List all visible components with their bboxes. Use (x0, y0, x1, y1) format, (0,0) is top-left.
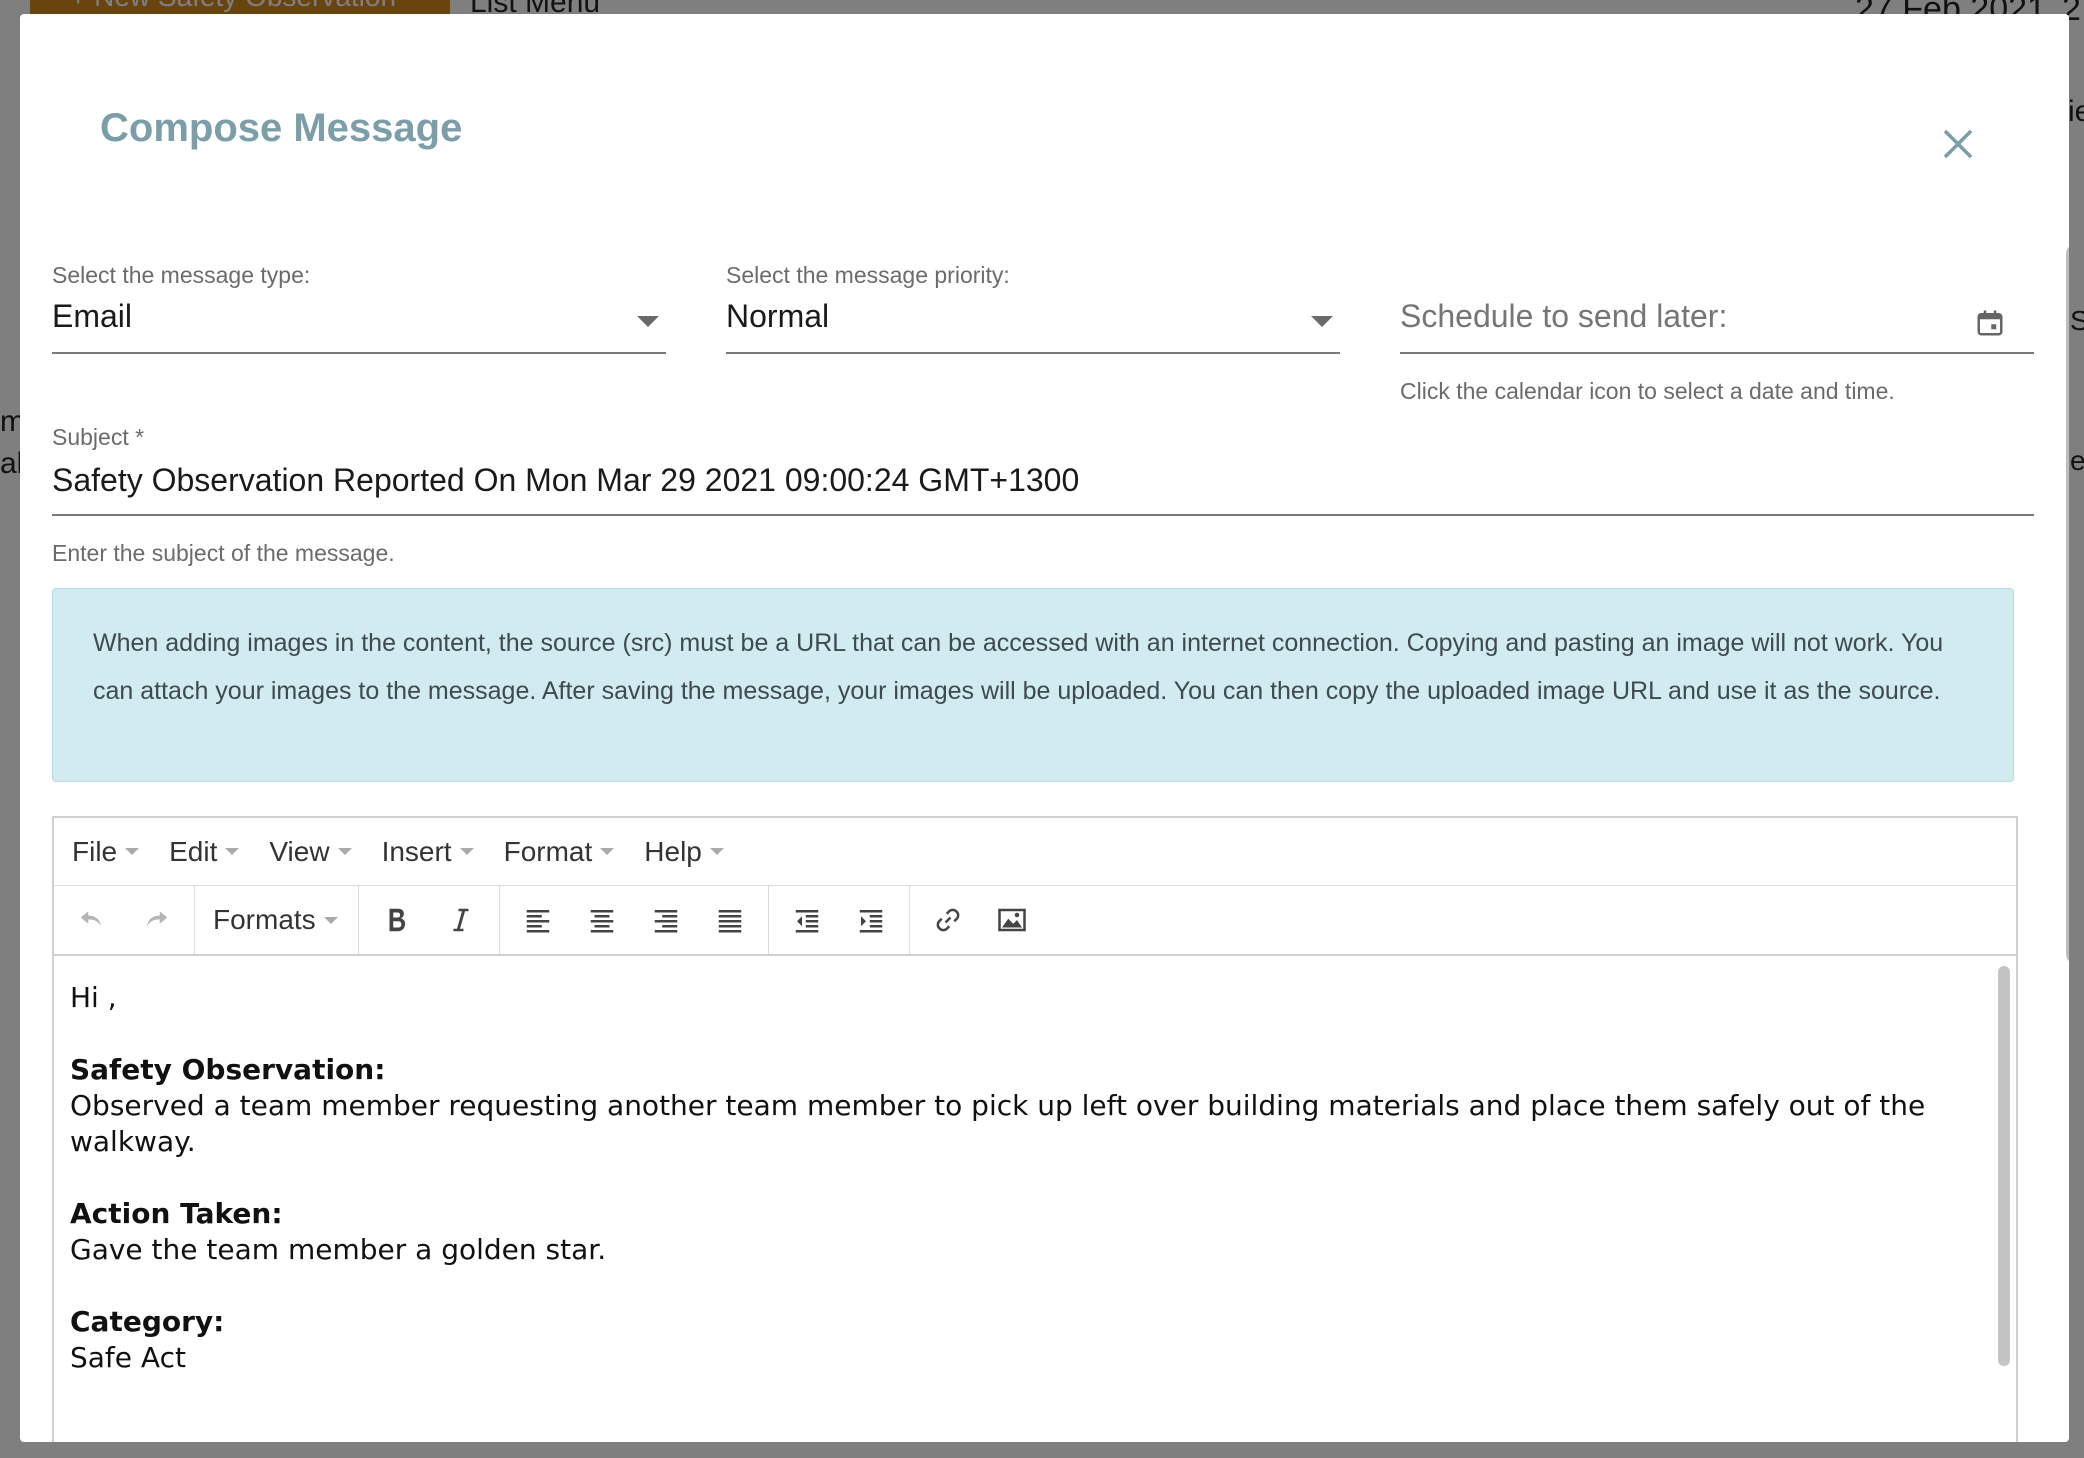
menu-view[interactable]: View (269, 835, 352, 868)
history-group (54, 886, 195, 954)
image-icon[interactable] (980, 887, 1044, 953)
compose-message-dialog: Compose Message Select the message type:… (20, 14, 2069, 1442)
action-heading: Action Taken: (70, 1197, 283, 1230)
redo-icon[interactable] (124, 887, 188, 953)
category-text: Safe Act (70, 1341, 186, 1374)
observation-heading: Safety Observation: (70, 1053, 386, 1086)
align-right-icon[interactable] (634, 887, 698, 953)
chevron-down-icon[interactable] (637, 316, 659, 327)
menu-file[interactable]: File (72, 835, 140, 868)
greeting-text: Hi , (70, 981, 117, 1014)
message-priority-underline (726, 352, 1340, 354)
outdent-icon[interactable] (775, 887, 839, 953)
align-justify-icon[interactable] (698, 887, 762, 953)
menu-help[interactable]: Help (644, 836, 724, 868)
category-heading: Category: (70, 1305, 225, 1338)
message-priority-value[interactable]: Normal (726, 298, 829, 335)
style-group (359, 886, 500, 954)
indent-icon[interactable] (839, 887, 903, 953)
info-alert: When adding images in the content, the s… (52, 588, 2014, 782)
calendar-icon[interactable] (1975, 308, 2005, 343)
editor-toolbar: Formats (54, 886, 2016, 956)
menu-label: File (72, 835, 118, 867)
indent-group (769, 886, 910, 954)
close-icon[interactable] (1928, 114, 1988, 174)
bold-icon[interactable] (365, 887, 429, 953)
schedule-input[interactable]: Schedule to send later: (1400, 298, 1727, 335)
editor-scrollbar[interactable] (1998, 966, 2010, 1366)
alignment-group (500, 886, 769, 954)
message-type-value[interactable]: Email (52, 298, 132, 335)
undo-icon[interactable] (60, 887, 124, 953)
chevron-down-icon[interactable] (1311, 316, 1333, 327)
editor-menubar: File Edit View Insert Format Help (54, 818, 2016, 886)
link-icon[interactable] (916, 887, 980, 953)
subject-label: Subject * (52, 424, 145, 450)
dialog-scrollbar[interactable] (2066, 244, 2069, 964)
subject-hint: Enter the subject of the message. (52, 540, 395, 566)
formats-dropdown[interactable]: Formats (201, 904, 352, 936)
chevron-down-icon (125, 848, 140, 855)
subject-underline (52, 514, 2034, 516)
message-priority-label: Select the message priority: (726, 262, 1010, 288)
schedule-hint: Click the calendar icon to select a date… (1400, 378, 1895, 404)
menu-insert[interactable]: Insert (382, 836, 474, 868)
menu-format[interactable]: Format (504, 836, 615, 868)
schedule-underline (1400, 352, 2034, 354)
menu-label: Format (503, 835, 593, 867)
formats-group: Formats (195, 886, 359, 954)
menu-label: View (269, 835, 330, 867)
message-type-label: Select the message type: (52, 262, 311, 288)
italic-icon[interactable] (429, 887, 493, 953)
action-text: Gave the team member a golden star. (70, 1233, 607, 1266)
chevron-down-icon (459, 848, 474, 855)
chevron-down-icon (337, 848, 352, 855)
chevron-down-icon (323, 916, 338, 924)
align-left-icon[interactable] (506, 887, 570, 953)
chevron-down-icon (709, 848, 724, 855)
chevron-down-icon (600, 848, 615, 855)
menu-label: Edit (169, 835, 218, 867)
chevron-down-icon (225, 848, 240, 855)
editor-content[interactable]: Hi , Safety Observation: Observed a team… (54, 956, 2016, 1442)
insert-group (910, 886, 1050, 954)
menu-label: Insert (381, 835, 452, 867)
subject-input[interactable]: Safety Observation Reported On Mon Mar 2… (52, 462, 1079, 499)
menu-edit[interactable]: Edit (169, 835, 240, 868)
observation-text: Observed a team member requesting anothe… (70, 1089, 1926, 1158)
align-center-icon[interactable] (570, 887, 634, 953)
dialog-title: Compose Message (100, 106, 463, 150)
formats-label: Formats (213, 904, 316, 935)
menu-label: Help (644, 835, 702, 867)
rich-text-editor: File Edit View Insert Format Help Format… (52, 816, 2018, 1442)
message-type-underline (52, 352, 666, 354)
